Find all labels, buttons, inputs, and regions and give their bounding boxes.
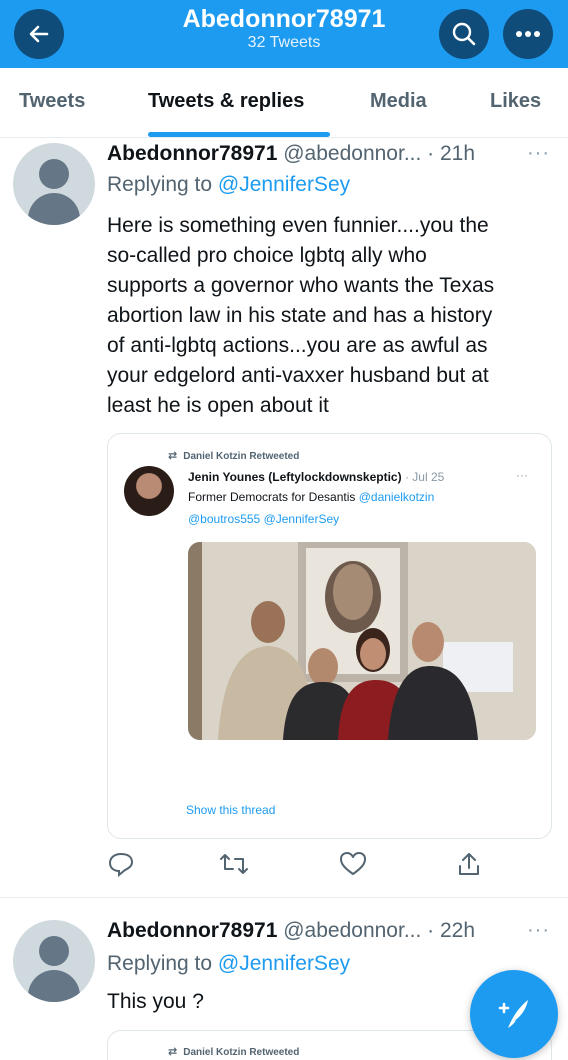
author-handle: @abedonnor...	[283, 919, 422, 942]
quoted-like-count[interactable]: ♡ 802	[403, 756, 406, 768]
tab-media[interactable]: Media	[370, 90, 427, 113]
quoted-reply-count[interactable]: ○ 56	[188, 756, 191, 768]
quoted-time: · Jul 25	[404, 470, 445, 484]
compose-feather-icon	[498, 1000, 528, 1028]
replying-to: Replying to @JenniferSey	[107, 952, 350, 976]
tweet-header: Abedonnor78971 @abedonnor... · 22h	[107, 919, 475, 943]
quoted-avatar[interactable]	[124, 466, 174, 516]
tweet-time: · 22h	[427, 919, 476, 942]
tweet-text-line: least he is open about it	[107, 394, 329, 417]
author-handle: @abedonnor...	[283, 142, 422, 165]
tweet-text-line: of anti-lgbtq actions...you are as awful…	[107, 334, 488, 357]
replying-to-label: Replying to	[107, 173, 218, 196]
profile-tabs: Tweets Tweets & replies Media Likes	[0, 68, 568, 138]
show-thread-link[interactable]: Show this thread	[186, 803, 275, 817]
reply-icon[interactable]	[108, 851, 134, 877]
author-name[interactable]: Abedonnor78971	[107, 142, 277, 165]
quoted-mentions: @boutros555 @JenniferSey	[188, 512, 339, 526]
tab-tweets-and-replies[interactable]: Tweets & replies	[148, 90, 304, 113]
share-icon[interactable]	[456, 851, 482, 877]
tweet-more-icon[interactable]: ···	[527, 142, 550, 165]
search-button[interactable]	[439, 9, 489, 59]
tab-tweets[interactable]: Tweets	[19, 90, 85, 113]
avatar[interactable]	[13, 143, 95, 225]
more-options-button[interactable]	[503, 9, 553, 59]
quoted-text-body: Former Democrats for Desantis	[188, 490, 359, 504]
retweet-icon: ⇄	[168, 450, 178, 462]
tweet-divider	[0, 897, 568, 898]
active-tab-indicator	[148, 132, 330, 137]
tweet-header: Abedonnor78971 @abedonnor... · 21h	[107, 142, 475, 166]
tweet-text-line: abortion law in his state and has a hist…	[107, 304, 493, 327]
tweet-text-line: so-called pro choice lgbtq ally who	[107, 244, 427, 267]
replying-to: Replying to @JenniferSey	[107, 173, 350, 197]
quoted-author-name[interactable]: Jenin Younes (Leftylockdownskeptic)	[188, 470, 402, 484]
replying-to-label: Replying to	[107, 952, 218, 975]
retweet-icon[interactable]	[219, 851, 249, 877]
retweeted-by: ⇄ Daniel Kotzin Retweeted	[168, 1045, 299, 1058]
mention-link[interactable]: @danielkotzin	[359, 490, 435, 504]
avatar[interactable]	[13, 920, 95, 1002]
tweet-text: Here is something even funnier....you th…	[107, 211, 547, 421]
replying-to-mention[interactable]: @JenniferSey	[218, 952, 350, 975]
mention-link[interactable]: @JenniferSey	[264, 512, 340, 526]
tweet-text-line: supports a governor who wants the Texas	[107, 274, 495, 297]
like-icon[interactable]	[339, 851, 367, 877]
quoted-author: Jenin Younes (Leftylockdownskeptic) · Ju…	[188, 470, 444, 484]
author-name[interactable]: Abedonnor78971	[107, 919, 277, 942]
quoted-tweet-card[interactable]: ⇄ Daniel Kotzin Retweeted Jenin Younes (L…	[107, 433, 552, 839]
tweet-time: · 21h	[427, 142, 476, 165]
tweet-text: This you ?	[107, 990, 204, 1013]
tab-likes[interactable]: Likes	[490, 90, 541, 113]
mention-link[interactable]: @boutros555	[188, 512, 260, 526]
tweet-photo[interactable]	[188, 542, 536, 740]
replying-to-mention[interactable]: @JenniferSey	[218, 173, 350, 196]
compose-tweet-button[interactable]	[470, 970, 558, 1058]
tweet-more-icon[interactable]: ···	[527, 919, 550, 942]
quoted-text: Former Democrats for Desantis @danielkot…	[188, 490, 434, 504]
tweet-text-line: your edgelord anti-vaxxer husband but at	[107, 364, 489, 387]
photo-image	[188, 542, 536, 740]
profile-header: Abedonnor78971 32 Tweets	[0, 0, 568, 68]
quoted-more-icon[interactable]: ···	[516, 468, 528, 482]
retweeted-by-label: Daniel Kotzin Retweeted	[183, 1047, 300, 1058]
retweeted-by-label: Daniel Kotzin Retweeted	[183, 451, 300, 462]
search-icon	[452, 22, 476, 46]
tweet-text-line: Here is something even funnier....you th…	[107, 214, 489, 237]
retweet-icon: ⇄	[168, 1046, 178, 1058]
quoted-retweet-count[interactable]: ⇄ 59	[291, 756, 294, 768]
more-dots-icon	[516, 31, 540, 37]
retweeted-by: ⇄ Daniel Kotzin Retweeted	[168, 449, 299, 462]
